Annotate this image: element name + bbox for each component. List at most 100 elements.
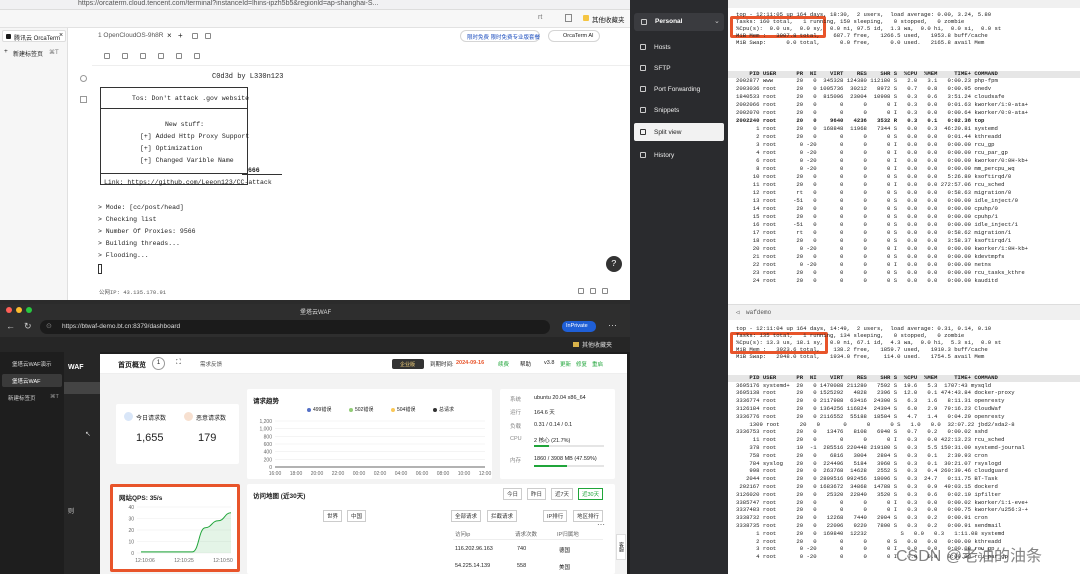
map-title: 访问地图 (近30天) [253, 493, 306, 500]
process-row: 2002240 root 20 0 9640 4236 3532 R 0.3 0… [736, 117, 985, 125]
blocked-requests-button[interactable]: 拦截请求 [487, 510, 518, 522]
process-row: 16 root -51 0 0 0 0 S 0.0 0.0 0:00.00 id… [736, 221, 1018, 229]
split-icon[interactable] [192, 33, 198, 39]
restart-link[interactable]: 重启 [592, 360, 603, 368]
trend-legend: 499错误 502错误 504错误 总请求 [307, 405, 487, 415]
waf-browser-window: 堡塔云WAF ← ↻ ⊙ https://btwaf-demo.bt.cn:83… [0, 304, 630, 574]
process-row: 2044 root 20 0 2809516 992456 18096 S 0.… [736, 475, 998, 483]
consult-button[interactable]: 客服 [616, 534, 626, 560]
tool-icon[interactable] [80, 96, 87, 103]
x-tick-label: 18:00 [290, 471, 303, 477]
new-tab-label[interactable]: 新建标签页 [8, 394, 36, 402]
back-icon[interactable]: ← [6, 321, 15, 331]
minimize-window-button[interactable] [16, 307, 22, 313]
help-icon[interactable]: ? [606, 256, 622, 272]
sidebar-item-port-forwarding[interactable]: Port Forwarding [634, 80, 724, 98]
qps-card: 网站QPS: 35/s 40 30 20 10 0 12:10:06 12:10:25 12:… [110, 484, 240, 572]
y-tick-label: 1,000 [259, 427, 272, 433]
menu-item-home[interactable] [64, 382, 100, 394]
settings-icon[interactable] [602, 288, 608, 294]
china-button[interactable]: 中国 [347, 510, 367, 522]
close-icon[interactable]: × [59, 32, 63, 39]
terminal-output[interactable]: C0d3d by L330n123 Tos: Don't attack .gov… [92, 66, 630, 300]
requests-icon [124, 412, 133, 421]
maximize-window-button[interactable] [26, 307, 32, 313]
process-row: 1 root 20 0 169840 12232 S 0.0 0.3 1:11.… [736, 529, 1005, 537]
split-terminal-view[interactable]: ◁ wafdemo CSDN @老油的油条 top - 12:11:05 up … [728, 0, 1080, 574]
more-icon[interactable]: ⋯ [597, 520, 605, 529]
world-button[interactable]: 世界 [323, 510, 343, 522]
url-text[interactable]: https://orcaterm.cloud.tencent.com/termi… [78, 0, 378, 7]
row-ip: 116.202.96.163 [455, 546, 493, 552]
orca-ai-button[interactable]: OrcaTerm AI [548, 30, 600, 42]
process-row: 758 root 20 0 6816 3004 2804 S 0.3 0.1 2… [736, 451, 988, 459]
process-row: 11 root 20 0 0 0 0 I 0.3 0.0 422:13.23 r… [736, 436, 1005, 444]
close-tab-icon[interactable]: × [167, 31, 172, 40]
tab-orcaterm[interactable]: 腾讯云 OrcaTerm × [2, 30, 66, 42]
lower-panel-tab[interactable]: ◁ wafdemo [728, 304, 1080, 320]
repair-link[interactable]: 修复 [576, 360, 587, 368]
y-tick-label: 600 [264, 442, 273, 448]
other-bookmarks[interactable]: 其他收藏夹 [592, 14, 625, 24]
keyboard-icon[interactable] [104, 53, 110, 59]
filter-icon[interactable] [122, 53, 128, 59]
add-tab-icon[interactable]: + [178, 31, 183, 40]
upload-icon[interactable] [578, 288, 584, 294]
sidebar-item-hosts[interactable]: Hosts [634, 38, 724, 56]
x-tick-label: 10:00 [458, 471, 471, 477]
all-requests-button[interactable]: 全部请求 [451, 510, 482, 522]
personal-vault[interactable]: Personal ⌄ [634, 13, 724, 31]
url-input[interactable]: ⊙ https://btwaf-demo.bt.cn:8379/dashboar… [40, 320, 550, 334]
feedback-link[interactable]: 需求反馈 [200, 360, 222, 368]
range-yesterday-button[interactable]: 昨日 [527, 488, 547, 500]
window-titlebar: 堡塔云WAF [0, 304, 630, 317]
inprivate-badge[interactable]: InPrivate [562, 321, 596, 332]
sidebar-item-snippets[interactable]: Snippets [634, 101, 724, 119]
address-bar[interactable]: https://orcaterm.cloud.tencent.com/termi… [0, 0, 630, 10]
version: v3.8 [544, 360, 555, 366]
mem-bar-track [534, 465, 604, 467]
update-link[interactable]: 更新 [560, 360, 571, 368]
process-row: 2 root 20 0 0 0 0 S 0.0 0.0 0:01.44 kthr… [736, 133, 1002, 141]
fullscreen-icon[interactable] [590, 288, 596, 294]
refresh-counter[interactable]: 1 [152, 357, 165, 370]
folder-icon [573, 342, 579, 347]
mouse-cursor-icon: ↖ [85, 431, 91, 438]
terminal-tab[interactable]: 1 OpenCloudOS-9h8R [98, 32, 163, 39]
ip-rank-button[interactable]: IP排行 [543, 510, 568, 522]
process-row: 6 root 0 -20 0 0 0 I 0.0 0.0 0:00.00 kwo… [736, 157, 1029, 165]
tab-waf[interactable]: 堡塔云WAF [2, 374, 62, 387]
help-link[interactable]: 帮助 [520, 360, 531, 368]
upgrade-button[interactable]: 限时免费 限时免费专业版套餐 [460, 30, 540, 42]
sidebar-item-split-view[interactable]: Split view [634, 123, 724, 141]
sidebar-item-history[interactable]: History [634, 146, 724, 164]
folder-icon[interactable] [176, 53, 182, 59]
process-row: 3338732 root 20 0 12268 7440 2904 S 0.3 … [736, 514, 988, 522]
range-30days-button[interactable]: 近30天 [578, 488, 604, 500]
extension-icon[interactable] [565, 14, 572, 22]
x-tick-label: 12:10:25 [174, 558, 194, 564]
settings-icon[interactable] [194, 53, 200, 59]
port-forwarding-icon [640, 86, 646, 92]
puzzle-icon[interactable] [80, 75, 87, 82]
site-info-icon[interactable]: ⊙ [46, 322, 52, 330]
reload-icon[interactable]: ↻ [24, 321, 32, 332]
split-view-icon [640, 129, 646, 135]
x-tick-label: 12:10:50 [213, 558, 233, 564]
terminal-line: MiB Swap: 0.0 total, 0.0 free, 0.0 used.… [736, 39, 985, 46]
more-icon[interactable]: rt [538, 14, 542, 21]
close-window-button[interactable] [6, 307, 12, 313]
more-menu-icon[interactable]: ⋯ [608, 320, 617, 331]
layout-icon[interactable] [205, 33, 211, 39]
tab-waf-demo[interactable]: 堡塔云WAF演示 [2, 358, 64, 370]
renew-link[interactable]: 续费 [498, 360, 509, 368]
x-tick-label: 00:00 [353, 471, 366, 477]
range-today-button[interactable]: 今日 [503, 488, 523, 500]
new-tab-label[interactable]: 新建标签页 [13, 49, 43, 58]
sidebar-item-sftp[interactable]: SFTP [634, 59, 724, 77]
copy-icon[interactable] [140, 53, 146, 59]
range-7days-button[interactable]: 近7天 [551, 488, 574, 500]
edit-icon[interactable] [158, 53, 164, 59]
expand-icon[interactable]: ⛶ [176, 359, 181, 367]
new-tab-plus-icon[interactable]: + [4, 48, 8, 55]
